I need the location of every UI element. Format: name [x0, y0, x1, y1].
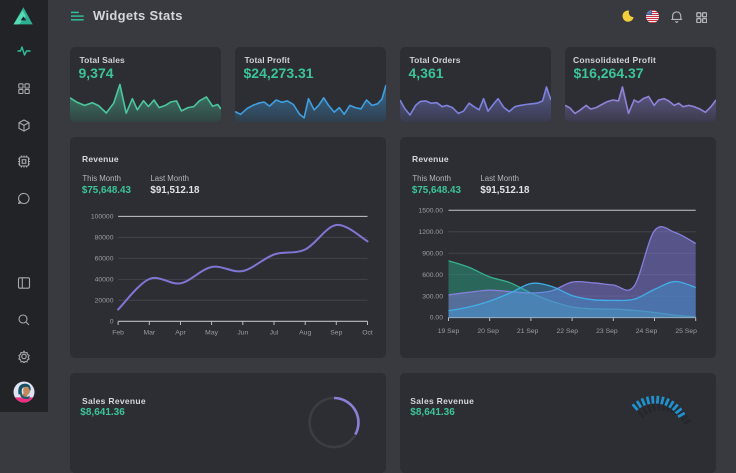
- svg-text:22 Sep: 22 Sep: [557, 328, 579, 335]
- svg-text:19 Sep: 19 Sep: [438, 328, 460, 335]
- svg-text:20000: 20000: [95, 298, 114, 305]
- svg-text:21 Sep: 21 Sep: [517, 328, 539, 335]
- svg-text:Jun: Jun: [237, 330, 248, 337]
- svg-text:0.00: 0.00: [430, 315, 443, 322]
- svg-text:40000: 40000: [95, 277, 114, 284]
- svg-text:25 Sep: 25 Sep: [675, 328, 697, 335]
- svg-text:Mar: Mar: [143, 330, 155, 337]
- svg-text:May: May: [205, 330, 218, 337]
- svg-text:1200.00: 1200.00: [418, 229, 443, 236]
- svg-text:Apr: Apr: [175, 330, 186, 337]
- svg-text:23 Sep: 23 Sep: [596, 328, 618, 335]
- svg-text:600.00: 600.00: [422, 272, 443, 279]
- svg-text:100000: 100000: [91, 214, 114, 221]
- svg-text:Sep: Sep: [330, 330, 342, 337]
- svg-text:300.00: 300.00: [422, 293, 443, 300]
- svg-text:0: 0: [110, 319, 114, 326]
- svg-text:Jul: Jul: [270, 330, 279, 337]
- svg-text:Aug: Aug: [299, 330, 311, 337]
- svg-text:24 Sep: 24 Sep: [636, 328, 658, 335]
- svg-text:60000: 60000: [95, 256, 114, 263]
- svg-text:1500.00: 1500.00: [418, 208, 443, 215]
- svg-text:20 Sep: 20 Sep: [477, 328, 499, 335]
- svg-text:80000: 80000: [95, 235, 114, 242]
- svg-text:900.00: 900.00: [422, 250, 443, 257]
- svg-text:Oct: Oct: [362, 330, 373, 337]
- svg-text:Feb: Feb: [112, 330, 124, 337]
